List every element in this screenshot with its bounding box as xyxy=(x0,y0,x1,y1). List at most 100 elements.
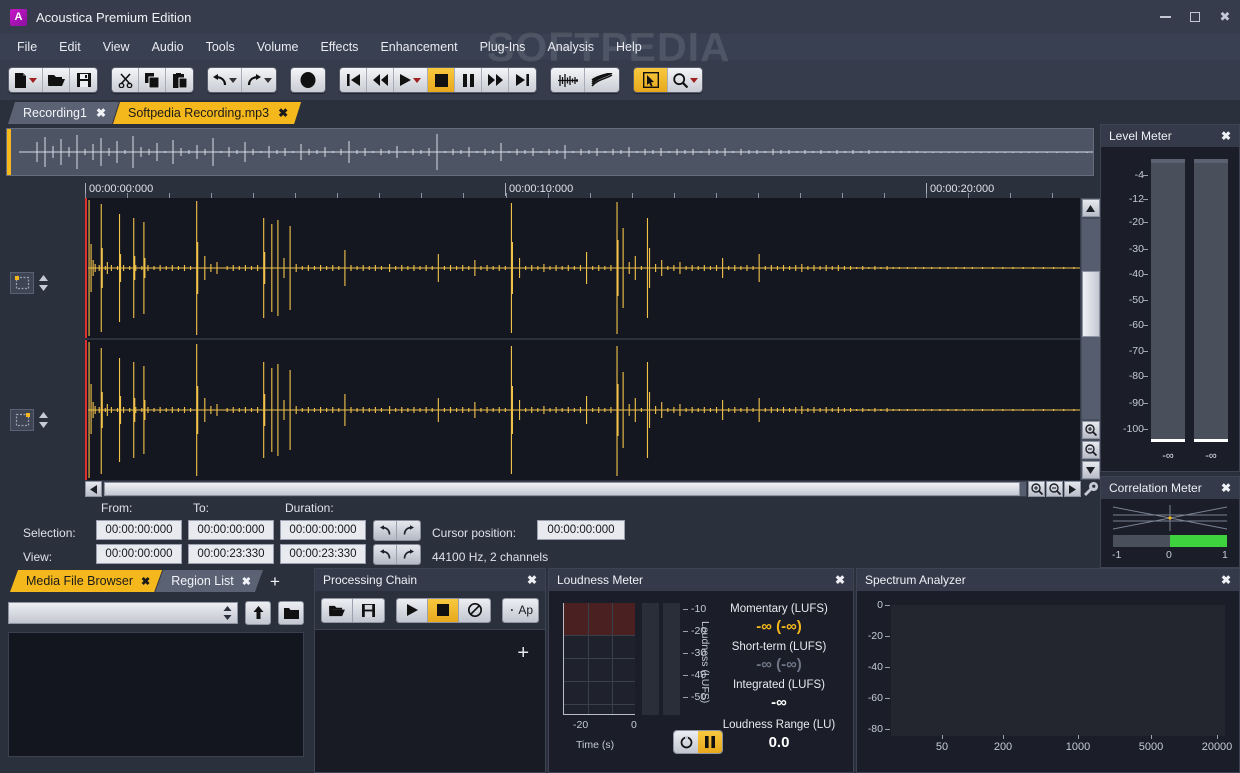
spectral-view-button[interactable] xyxy=(585,68,619,92)
selection-redo-button[interactable] xyxy=(397,521,420,540)
bypass-button[interactable] xyxy=(459,599,490,622)
channel-height-spinner[interactable] xyxy=(38,274,48,292)
waveform-view-button[interactable] xyxy=(551,68,585,92)
tab-region-list[interactable]: Region List ✖ xyxy=(155,570,263,592)
copy-button[interactable] xyxy=(139,68,166,92)
go-to-end-button[interactable] xyxy=(509,68,536,92)
view-duration-field[interactable]: 00:00:23:330 xyxy=(280,544,366,564)
spinner-updown-icon[interactable] xyxy=(223,606,232,620)
close-icon[interactable]: ✖ xyxy=(1221,573,1231,587)
waveform-overview[interactable] xyxy=(6,128,1094,176)
close-icon[interactable]: ✖ xyxy=(1221,481,1231,495)
wrench-icon[interactable] xyxy=(1082,481,1099,497)
preview-stop-button[interactable] xyxy=(428,599,459,622)
hscroll-track[interactable] xyxy=(103,481,1027,497)
reset-circle-icon[interactable] xyxy=(674,731,698,753)
selection-duration-field[interactable]: 00:00:00:000 xyxy=(280,520,366,540)
channel-select-icon[interactable] xyxy=(10,409,34,431)
menu-analysis[interactable]: Analysis xyxy=(536,36,605,58)
zoom-tool-button[interactable] xyxy=(668,68,702,92)
channel-select-icon[interactable] xyxy=(10,272,34,294)
view-to-field[interactable]: 00:00:23:330 xyxy=(188,544,274,564)
folder-icon[interactable] xyxy=(278,601,304,625)
menu-plugins[interactable]: Plug-Ins xyxy=(469,36,537,58)
selection-to-field[interactable]: 00:00:00:000 xyxy=(188,520,274,540)
timeline-ruler[interactable]: 00:00:00:000 00:00:10:000 00:00:20:000 xyxy=(85,182,1079,198)
channel-height-spinner[interactable] xyxy=(38,411,48,429)
menu-volume[interactable]: Volume xyxy=(246,36,310,58)
vscroll-track[interactable] xyxy=(1082,219,1100,419)
maximize-icon[interactable] xyxy=(1180,0,1210,34)
open-file-button[interactable] xyxy=(43,68,70,92)
up-arrow-icon[interactable] xyxy=(245,601,271,625)
playhead-cursor[interactable] xyxy=(85,340,87,480)
document-tab-softpedia-recording[interactable]: Softpedia Recording.mp3 ✖ xyxy=(113,102,301,124)
redo-button[interactable] xyxy=(242,68,276,92)
cursor-position-field[interactable]: 00:00:00:000 xyxy=(537,520,625,540)
open-chain-button[interactable] xyxy=(322,599,353,622)
menu-effects[interactable]: Effects xyxy=(309,36,369,58)
processing-chain-slots[interactable]: + xyxy=(315,629,545,772)
selection-undo-button[interactable] xyxy=(374,521,397,540)
add-effect-button[interactable]: + xyxy=(517,642,529,665)
menu-help[interactable]: Help xyxy=(605,36,653,58)
view-undo-button[interactable] xyxy=(374,545,397,564)
vertical-scrollbar[interactable] xyxy=(1080,198,1100,480)
spectrum-analyzer-body[interactable]: 0-20-40-60-80 502001000500020000 xyxy=(857,591,1239,772)
close-icon[interactable]: ✖ xyxy=(835,573,845,587)
record-button[interactable] xyxy=(291,68,325,92)
new-file-button[interactable] xyxy=(9,68,43,92)
hscroll-thumb[interactable] xyxy=(104,482,1020,496)
pause-icon[interactable] xyxy=(698,731,722,753)
go-to-start-button[interactable] xyxy=(340,68,367,92)
select-tool-button[interactable] xyxy=(634,68,668,92)
selection-from-field[interactable]: 00:00:00:000 xyxy=(96,520,182,540)
stop-button[interactable] xyxy=(428,68,455,92)
menu-tools[interactable]: Tools xyxy=(195,36,246,58)
menu-file[interactable]: File xyxy=(6,36,48,58)
triangle-down-icon[interactable] xyxy=(1082,461,1100,479)
close-icon[interactable]: ✖ xyxy=(141,575,150,588)
preview-play-button[interactable] xyxy=(397,599,428,622)
fast-forward-button[interactable] xyxy=(482,68,509,92)
undo-button[interactable] xyxy=(208,68,242,92)
vscroll-thumb[interactable] xyxy=(1082,271,1100,337)
triangle-right-icon[interactable] xyxy=(1064,481,1081,497)
zoom-out-icon[interactable] xyxy=(1082,441,1100,459)
close-icon[interactable]: ✖ xyxy=(278,106,288,120)
apply-button[interactable]: Ap xyxy=(503,599,538,622)
add-tab-button[interactable]: + xyxy=(270,572,280,592)
menu-audio[interactable]: Audio xyxy=(141,36,195,58)
document-tab-recording1[interactable]: Recording1 ✖ xyxy=(8,102,119,124)
save-file-button[interactable] xyxy=(70,68,97,92)
menu-enhancement[interactable]: Enhancement xyxy=(369,36,468,58)
close-icon[interactable]: ✖ xyxy=(242,575,251,588)
close-icon[interactable]: ✖ xyxy=(1221,129,1231,143)
close-icon[interactable]: ✖ xyxy=(527,573,537,587)
zoom-out-icon[interactable] xyxy=(1046,481,1063,497)
triangle-left-icon[interactable] xyxy=(85,481,102,497)
triangle-up-icon[interactable] xyxy=(1082,199,1100,217)
close-icon[interactable]: ✖ xyxy=(1210,0,1240,34)
overview-playhead[interactable] xyxy=(7,129,11,175)
zoom-in-icon[interactable] xyxy=(1028,481,1045,497)
zoom-in-icon[interactable] xyxy=(1082,421,1100,439)
cut-button[interactable] xyxy=(112,68,139,92)
media-file-list[interactable] xyxy=(8,632,304,757)
view-redo-button[interactable] xyxy=(397,545,420,564)
menu-view[interactable]: View xyxy=(92,36,141,58)
waveform-channel-right[interactable]: 0-4-10-∞-10-40 xyxy=(85,340,1080,480)
path-combo-box[interactable] xyxy=(8,602,238,624)
close-icon[interactable]: ✖ xyxy=(96,106,106,120)
paste-button[interactable] xyxy=(166,68,193,92)
tab-media-file-browser[interactable]: Media File Browser ✖ xyxy=(10,570,162,592)
save-chain-button[interactable] xyxy=(353,599,384,622)
view-from-field[interactable]: 00:00:00:000 xyxy=(96,544,182,564)
waveform-channel-left[interactable]: 0-4-10-∞-10-40 xyxy=(85,198,1080,338)
rewind-button[interactable] xyxy=(367,68,394,92)
playhead-cursor[interactable] xyxy=(85,198,87,338)
minimize-icon[interactable] xyxy=(1150,0,1180,34)
pause-button[interactable] xyxy=(455,68,482,92)
play-button[interactable] xyxy=(394,68,428,92)
menu-edit[interactable]: Edit xyxy=(48,36,92,58)
